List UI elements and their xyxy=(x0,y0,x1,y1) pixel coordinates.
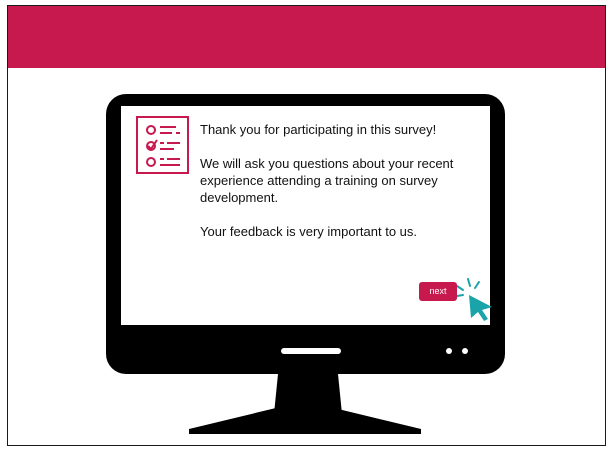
survey-message: Thank you for participating in this surv… xyxy=(200,121,500,257)
monitor-indicator-dot xyxy=(462,348,468,354)
monitor-indicator-dot xyxy=(446,348,452,354)
monitor-slot xyxy=(281,348,341,354)
monitor-base xyxy=(189,401,421,434)
thank-you-text: Thank you for participating in this surv… xyxy=(200,122,437,137)
slide: Thank you for participating in this surv… xyxy=(7,5,606,446)
next-button[interactable]: next xyxy=(419,282,457,301)
feedback-text: Your feedback is very important to us. xyxy=(200,224,418,239)
intro-text: We will ask you questions about your rec… xyxy=(200,156,454,205)
